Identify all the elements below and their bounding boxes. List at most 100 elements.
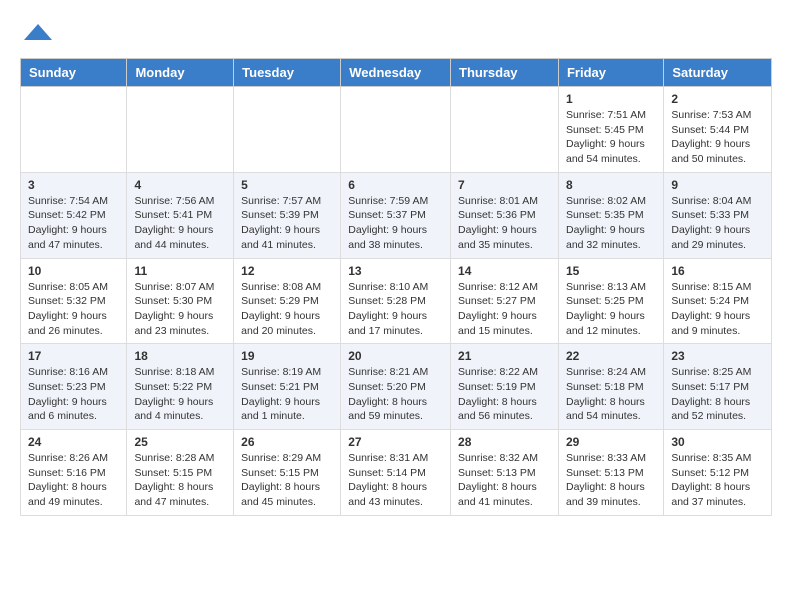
day-number: 3 bbox=[28, 178, 119, 192]
calendar-cell: 2 Sunrise: 7:53 AM Sunset: 5:44 PM Daylig… bbox=[664, 87, 772, 173]
calendar-cell bbox=[341, 87, 451, 173]
day-info: Sunrise: 8:12 AM Sunset: 5:27 PM Dayligh… bbox=[458, 280, 551, 339]
day-number: 12 bbox=[241, 264, 333, 278]
day-header-friday: Friday bbox=[558, 59, 663, 87]
day-info: Sunrise: 8:01 AM Sunset: 5:36 PM Dayligh… bbox=[458, 194, 551, 253]
day-number: 19 bbox=[241, 349, 333, 363]
day-header-thursday: Thursday bbox=[451, 59, 559, 87]
day-info: Sunrise: 8:32 AM Sunset: 5:13 PM Dayligh… bbox=[458, 451, 551, 510]
day-info: Sunrise: 8:28 AM Sunset: 5:15 PM Dayligh… bbox=[134, 451, 226, 510]
day-header-wednesday: Wednesday bbox=[341, 59, 451, 87]
calendar-cell: 15 Sunrise: 8:13 AM Sunset: 5:25 PM Dayli… bbox=[558, 258, 663, 344]
calendar-cell bbox=[234, 87, 341, 173]
calendar-cell: 10 Sunrise: 8:05 AM Sunset: 5:32 PM Dayli… bbox=[21, 258, 127, 344]
calendar-cell: 24 Sunrise: 8:26 AM Sunset: 5:16 PM Dayli… bbox=[21, 430, 127, 516]
day-info: Sunrise: 7:51 AM Sunset: 5:45 PM Dayligh… bbox=[566, 108, 656, 167]
calendar-cell bbox=[21, 87, 127, 173]
day-number: 27 bbox=[348, 435, 443, 449]
calendar: SundayMondayTuesdayWednesdayThursdayFrid… bbox=[20, 58, 772, 516]
day-info: Sunrise: 8:18 AM Sunset: 5:22 PM Dayligh… bbox=[134, 365, 226, 424]
day-number: 4 bbox=[134, 178, 226, 192]
day-number: 1 bbox=[566, 92, 656, 106]
day-info: Sunrise: 8:19 AM Sunset: 5:21 PM Dayligh… bbox=[241, 365, 333, 424]
day-number: 25 bbox=[134, 435, 226, 449]
day-number: 20 bbox=[348, 349, 443, 363]
day-info: Sunrise: 7:59 AM Sunset: 5:37 PM Dayligh… bbox=[348, 194, 443, 253]
day-info: Sunrise: 8:33 AM Sunset: 5:13 PM Dayligh… bbox=[566, 451, 656, 510]
calendar-cell bbox=[127, 87, 234, 173]
day-header-tuesday: Tuesday bbox=[234, 59, 341, 87]
calendar-cell: 5Sunrise: 7:57 AM Sunset: 5:39 PM Daylig… bbox=[234, 172, 341, 258]
calendar-cell: 27 Sunrise: 8:31 AM Sunset: 5:14 PM Dayli… bbox=[341, 430, 451, 516]
calendar-cell: 28 Sunrise: 8:32 AM Sunset: 5:13 PM Dayli… bbox=[451, 430, 559, 516]
day-number: 28 bbox=[458, 435, 551, 449]
calendar-cell: 13 Sunrise: 8:10 AM Sunset: 5:28 PM Dayli… bbox=[341, 258, 451, 344]
day-info: Sunrise: 8:08 AM Sunset: 5:29 PM Dayligh… bbox=[241, 280, 333, 339]
calendar-cell: 11Sunrise: 8:07 AM Sunset: 5:30 PM Dayli… bbox=[127, 258, 234, 344]
page-header bbox=[20, 20, 772, 48]
calendar-body: 1 Sunrise: 7:51 AM Sunset: 5:45 PM Daylig… bbox=[21, 87, 772, 516]
calendar-week-2: 3 Sunrise: 7:54 AM Sunset: 5:42 PM Daylig… bbox=[21, 172, 772, 258]
calendar-cell: 25 Sunrise: 8:28 AM Sunset: 5:15 PM Dayli… bbox=[127, 430, 234, 516]
day-info: Sunrise: 8:29 AM Sunset: 5:15 PM Dayligh… bbox=[241, 451, 333, 510]
day-info: Sunrise: 8:35 AM Sunset: 5:12 PM Dayligh… bbox=[671, 451, 764, 510]
calendar-week-5: 24 Sunrise: 8:26 AM Sunset: 5:16 PM Dayli… bbox=[21, 430, 772, 516]
day-number: 29 bbox=[566, 435, 656, 449]
day-info: Sunrise: 8:21 AM Sunset: 5:20 PM Dayligh… bbox=[348, 365, 443, 424]
day-info: Sunrise: 8:31 AM Sunset: 5:14 PM Dayligh… bbox=[348, 451, 443, 510]
calendar-cell: 17 Sunrise: 8:16 AM Sunset: 5:23 PM Dayli… bbox=[21, 344, 127, 430]
day-number: 22 bbox=[566, 349, 656, 363]
calendar-cell: 30 Sunrise: 8:35 AM Sunset: 5:12 PM Dayli… bbox=[664, 430, 772, 516]
header-row: SundayMondayTuesdayWednesdayThursdayFrid… bbox=[21, 59, 772, 87]
calendar-header: SundayMondayTuesdayWednesdayThursdayFrid… bbox=[21, 59, 772, 87]
day-info: Sunrise: 8:07 AM Sunset: 5:30 PM Dayligh… bbox=[134, 280, 226, 339]
calendar-cell: 9Sunrise: 8:04 AM Sunset: 5:33 PM Daylig… bbox=[664, 172, 772, 258]
calendar-week-1: 1 Sunrise: 7:51 AM Sunset: 5:45 PM Daylig… bbox=[21, 87, 772, 173]
calendar-cell: 4 Sunrise: 7:56 AM Sunset: 5:41 PM Daylig… bbox=[127, 172, 234, 258]
calendar-cell: 19 Sunrise: 8:19 AM Sunset: 5:21 PM Dayli… bbox=[234, 344, 341, 430]
day-number: 15 bbox=[566, 264, 656, 278]
day-number: 17 bbox=[28, 349, 119, 363]
day-info: Sunrise: 8:26 AM Sunset: 5:16 PM Dayligh… bbox=[28, 451, 119, 510]
day-info: Sunrise: 8:24 AM Sunset: 5:18 PM Dayligh… bbox=[566, 365, 656, 424]
calendar-cell: 14Sunrise: 8:12 AM Sunset: 5:27 PM Dayli… bbox=[451, 258, 559, 344]
calendar-cell: 16Sunrise: 8:15 AM Sunset: 5:24 PM Dayli… bbox=[664, 258, 772, 344]
day-info: Sunrise: 8:04 AM Sunset: 5:33 PM Dayligh… bbox=[671, 194, 764, 253]
calendar-cell: 12 Sunrise: 8:08 AM Sunset: 5:29 PM Dayli… bbox=[234, 258, 341, 344]
calendar-cell bbox=[451, 87, 559, 173]
day-number: 30 bbox=[671, 435, 764, 449]
day-number: 10 bbox=[28, 264, 119, 278]
day-number: 8 bbox=[566, 178, 656, 192]
day-info: Sunrise: 8:15 AM Sunset: 5:24 PM Dayligh… bbox=[671, 280, 764, 339]
day-number: 13 bbox=[348, 264, 443, 278]
day-info: Sunrise: 7:56 AM Sunset: 5:41 PM Dayligh… bbox=[134, 194, 226, 253]
day-number: 2 bbox=[671, 92, 764, 106]
calendar-cell: 7Sunrise: 8:01 AM Sunset: 5:36 PM Daylig… bbox=[451, 172, 559, 258]
day-info: Sunrise: 8:13 AM Sunset: 5:25 PM Dayligh… bbox=[566, 280, 656, 339]
day-number: 23 bbox=[671, 349, 764, 363]
day-header-monday: Monday bbox=[127, 59, 234, 87]
calendar-cell: 23Sunrise: 8:25 AM Sunset: 5:17 PM Dayli… bbox=[664, 344, 772, 430]
day-number: 26 bbox=[241, 435, 333, 449]
calendar-cell: 1 Sunrise: 7:51 AM Sunset: 5:45 PM Daylig… bbox=[558, 87, 663, 173]
calendar-week-3: 10 Sunrise: 8:05 AM Sunset: 5:32 PM Dayli… bbox=[21, 258, 772, 344]
day-number: 6 bbox=[348, 178, 443, 192]
logo bbox=[20, 20, 52, 48]
calendar-week-4: 17 Sunrise: 8:16 AM Sunset: 5:23 PM Dayli… bbox=[21, 344, 772, 430]
calendar-cell: 26 Sunrise: 8:29 AM Sunset: 5:15 PM Dayli… bbox=[234, 430, 341, 516]
calendar-cell: 3 Sunrise: 7:54 AM Sunset: 5:42 PM Daylig… bbox=[21, 172, 127, 258]
day-info: Sunrise: 7:54 AM Sunset: 5:42 PM Dayligh… bbox=[28, 194, 119, 253]
day-number: 24 bbox=[28, 435, 119, 449]
day-info: Sunrise: 8:05 AM Sunset: 5:32 PM Dayligh… bbox=[28, 280, 119, 339]
day-info: Sunrise: 8:22 AM Sunset: 5:19 PM Dayligh… bbox=[458, 365, 551, 424]
day-info: Sunrise: 8:10 AM Sunset: 5:28 PM Dayligh… bbox=[348, 280, 443, 339]
day-number: 21 bbox=[458, 349, 551, 363]
calendar-cell: 20 Sunrise: 8:21 AM Sunset: 5:20 PM Dayli… bbox=[341, 344, 451, 430]
calendar-cell: 8 Sunrise: 8:02 AM Sunset: 5:35 PM Daylig… bbox=[558, 172, 663, 258]
day-info: Sunrise: 7:53 AM Sunset: 5:44 PM Dayligh… bbox=[671, 108, 764, 167]
day-info: Sunrise: 8:02 AM Sunset: 5:35 PM Dayligh… bbox=[566, 194, 656, 253]
day-header-saturday: Saturday bbox=[664, 59, 772, 87]
calendar-cell: 22 Sunrise: 8:24 AM Sunset: 5:18 PM Dayli… bbox=[558, 344, 663, 430]
day-info: Sunrise: 8:16 AM Sunset: 5:23 PM Dayligh… bbox=[28, 365, 119, 424]
day-number: 18 bbox=[134, 349, 226, 363]
